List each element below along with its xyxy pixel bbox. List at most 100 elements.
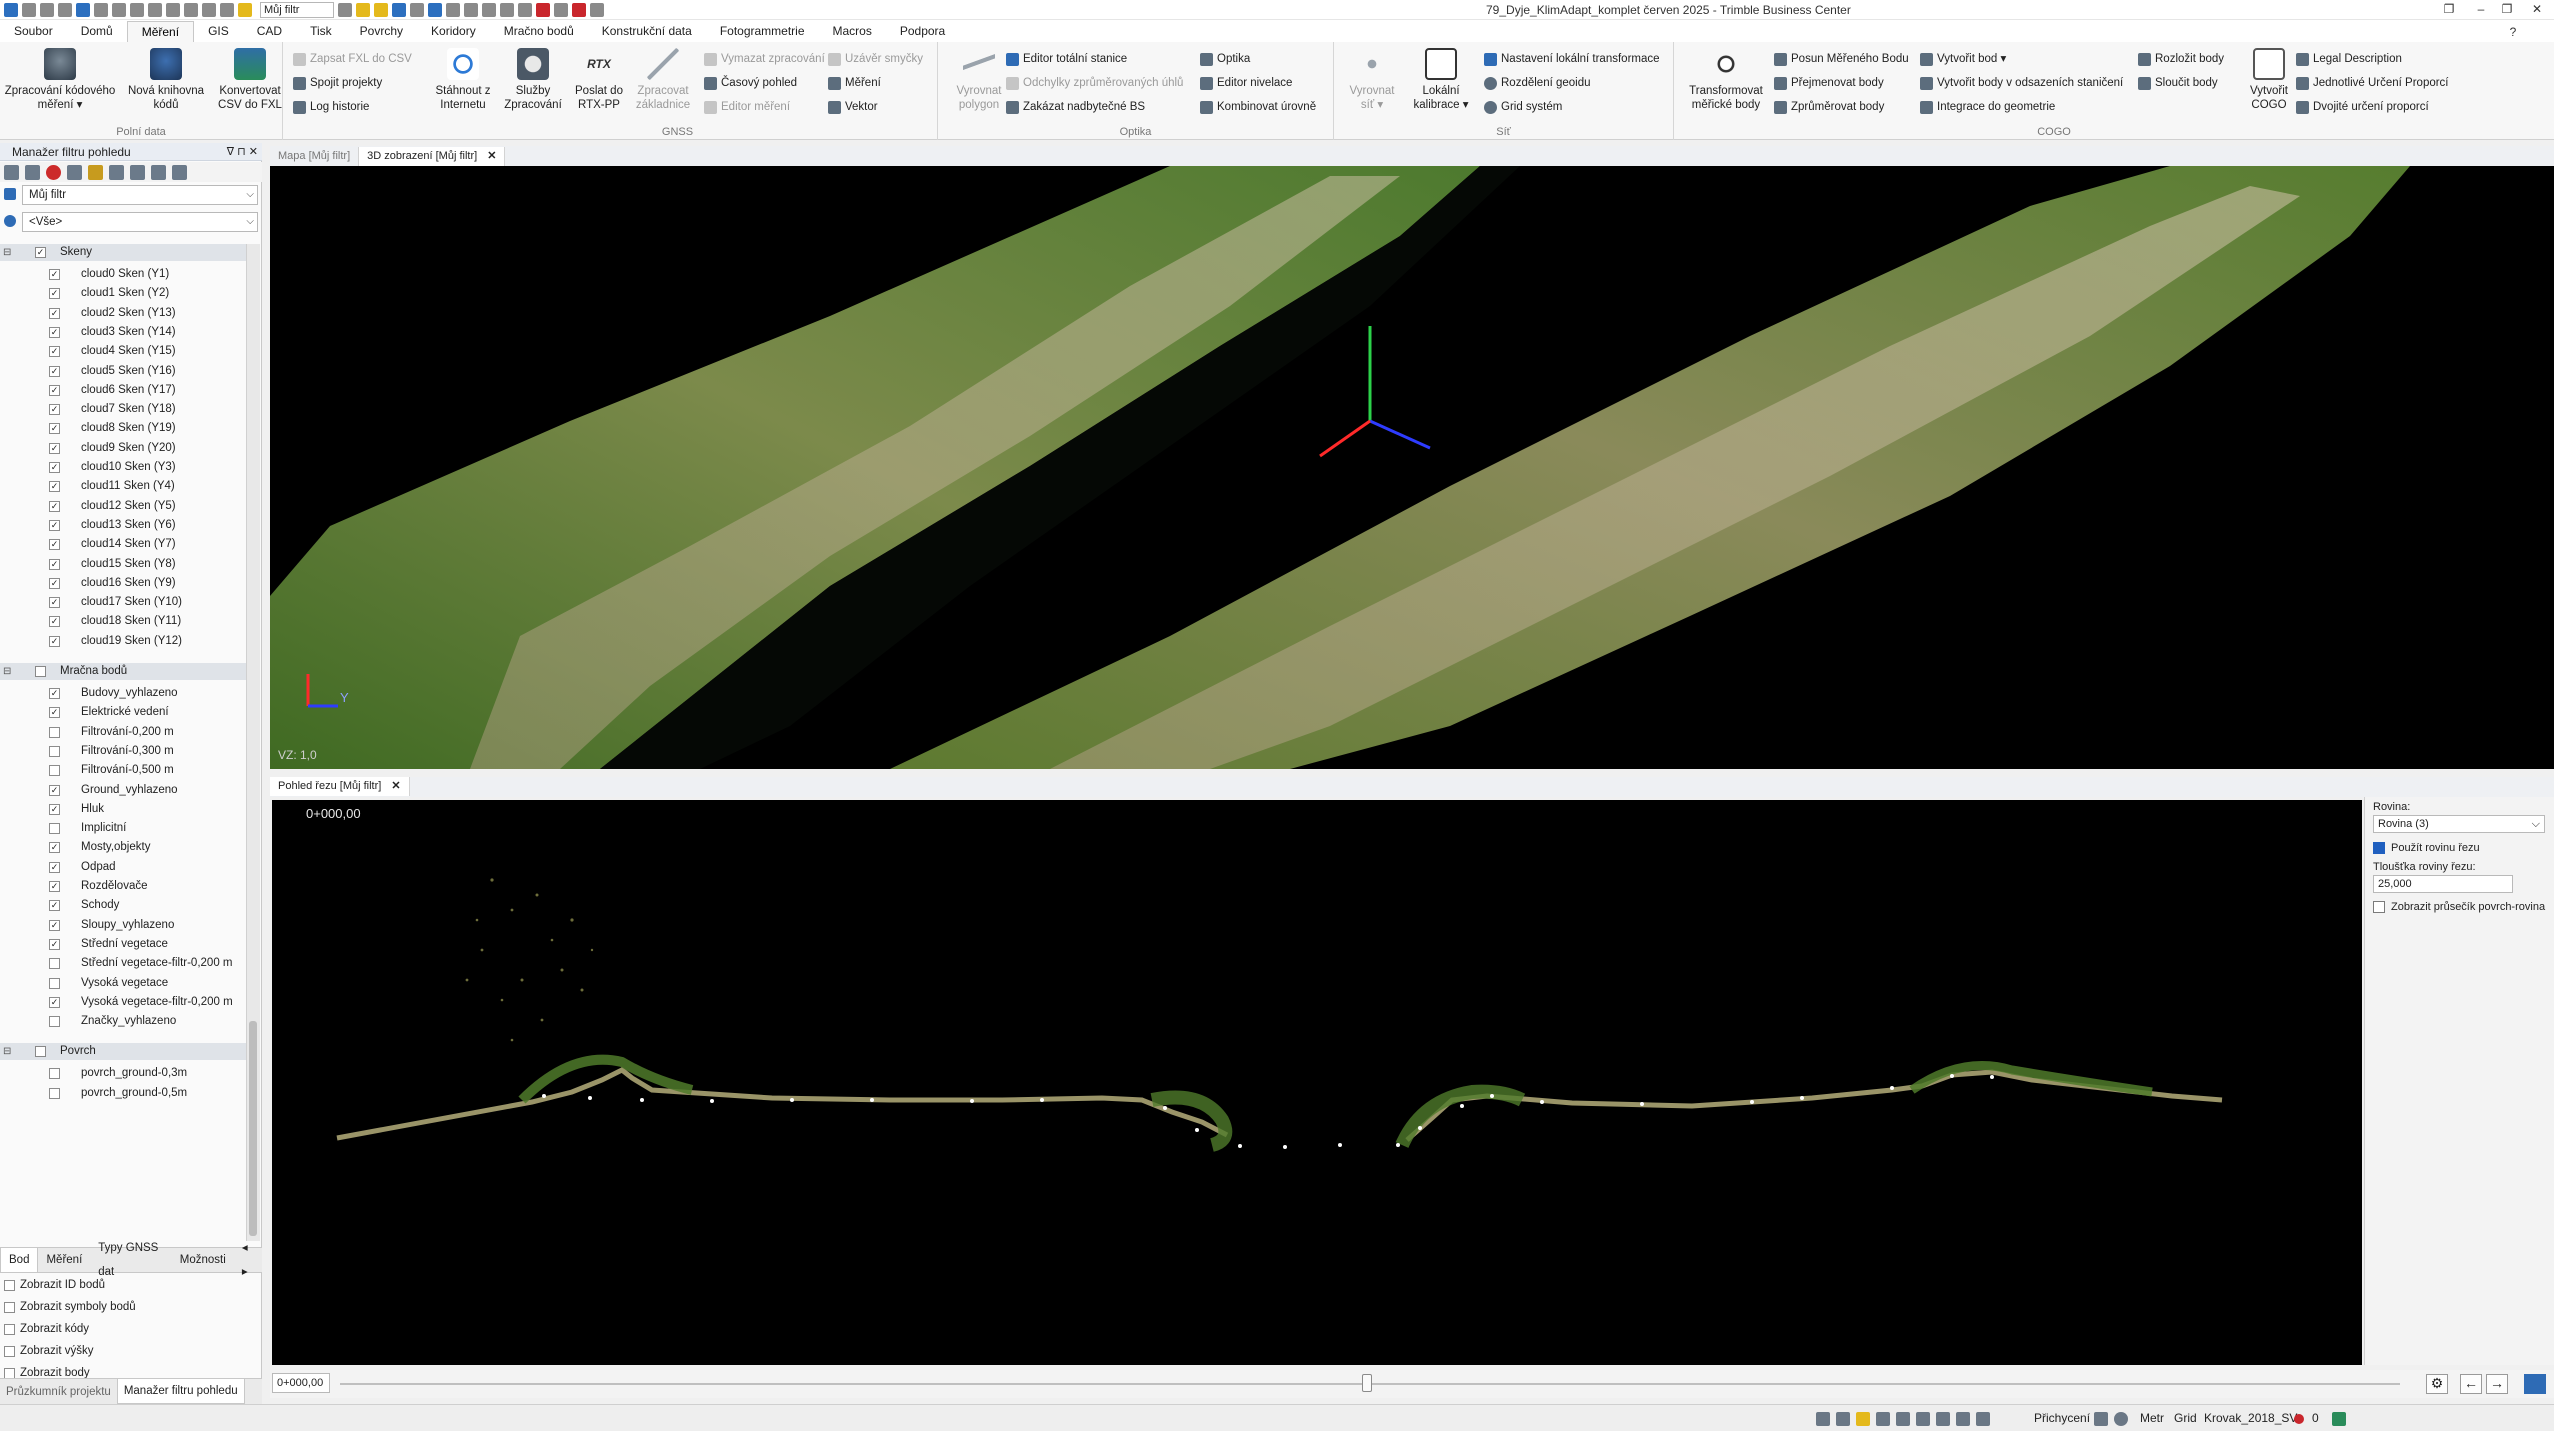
menu-tab-4[interactable]: CAD [243, 21, 296, 42]
menu-tab-0[interactable]: Soubor [0, 21, 67, 42]
plane-select[interactable]: Rovina (3) ⌵ [2373, 815, 2545, 833]
create-points-at-offsets-button[interactable]: Vytvořit body v odsazeních staničení [1920, 74, 2123, 92]
menu-tab-10[interactable]: Fotogrammetrie [706, 21, 819, 42]
local-calibration-button[interactable]: Lokální kalibrace ▾ [1408, 48, 1474, 112]
tree-item[interactable]: Značky_vyhlazeno [0, 1012, 248, 1031]
measurement-button[interactable]: Měření [828, 74, 881, 92]
display-option-checkbox[interactable]: Zobrazit symboly bodů [4, 1297, 136, 1317]
error-status-icon[interactable] [2294, 1414, 2304, 1424]
explode-points-button[interactable]: Rozložit body [2138, 50, 2224, 68]
sync-icon[interactable] [2332, 1412, 2346, 1426]
ribbon-options-icon[interactable]: ❐ [2440, 2, 2458, 16]
layer-checkbox[interactable]: ✓ [49, 442, 60, 454]
layer-checkbox[interactable]: ✓ [49, 784, 60, 796]
leveling-editor-button[interactable]: Editor nivelace [1200, 74, 1292, 92]
optics-button[interactable]: Optika [1200, 50, 1250, 68]
average-points-button[interactable]: Zprůměrovat body [1774, 98, 1884, 116]
tree-item[interactable]: ✓ cloud19 Sken (Y12) [0, 632, 248, 651]
scope-select[interactable]: <Vše> ⌵ [22, 212, 258, 232]
layer-checkbox[interactable]: ✓ [49, 842, 60, 854]
settings-gear-icon[interactable]: ⚙ [2426, 1374, 2448, 1394]
group-checkbox[interactable]: ✓ [35, 247, 46, 258]
document-tab-1[interactable]: 3D zobrazení [Můj filtr] ✕ [359, 147, 506, 166]
legal-description-button[interactable]: Legal Description [2296, 50, 2402, 68]
vector-button[interactable]: Vektor [828, 98, 878, 116]
units-icon[interactable] [2094, 1412, 2108, 1426]
send-to-rtx-button[interactable]: RTX Poslat do RTX-PP [568, 48, 630, 112]
tree-item[interactable]: ✓ cloud5 Sken (Y16) [0, 362, 248, 381]
tree-item[interactable]: ✓ Schody [0, 896, 248, 915]
layer-checkbox[interactable]: ✓ [49, 861, 60, 873]
layer-checkbox[interactable]: ✓ [49, 423, 60, 435]
tree-item[interactable]: Filtrování-0,500 m [0, 761, 248, 780]
menu-tab-9[interactable]: Konstrukční data [588, 21, 706, 42]
filter-select[interactable]: Můj filtr ⌵ [22, 185, 258, 205]
tree-item[interactable]: Implicitní [0, 819, 248, 838]
snap-mode-icon[interactable] [1816, 1412, 1830, 1426]
tab-cut-view[interactable]: Pohled řezu [Můj filtr] ✕ [270, 777, 410, 796]
open-project-icon[interactable] [76, 2, 90, 17]
convert-csv-button[interactable]: Konvertovat CSV do FXL [212, 48, 288, 112]
previous-station-button[interactable]: ← [2460, 1374, 2482, 1394]
menu-tab-2[interactable]: Měření [126, 21, 195, 42]
menu-tab-6[interactable]: Povrchy [346, 21, 417, 42]
tree-item[interactable]: ✓ cloud12 Sken (Y5) [0, 497, 248, 516]
layer-checkbox[interactable]: ✓ [49, 326, 60, 338]
panel-switch-tab-1[interactable]: Manažer filtru pohledu [116, 1379, 245, 1404]
grid-label[interactable]: Grid [2174, 1411, 2197, 1425]
menu-tab-1[interactable]: Domů [67, 21, 127, 42]
tree-item[interactable]: ✓ Střední vegetace [0, 935, 248, 954]
tree-item[interactable]: ✓ Odpad [0, 858, 248, 877]
menu-tab-7[interactable]: Koridory [417, 21, 490, 42]
new-filter-icon[interactable] [4, 164, 19, 180]
new-project-icon[interactable] [58, 2, 72, 17]
layer-checkbox[interactable]: ✓ [49, 688, 60, 699]
tree-item[interactable]: povrch_ground-0,3m [0, 1064, 248, 1083]
tree-item[interactable]: ✓ Hluk [0, 800, 248, 819]
layer-checkbox[interactable]: ✓ [49, 500, 60, 512]
close-icon[interactable]: ✕ [487, 150, 496, 162]
stack3-icon[interactable] [151, 164, 166, 180]
layer-checkbox[interactable] [49, 958, 60, 970]
clear-processing-button[interactable]: Vymazat zpracování [704, 50, 825, 68]
layer-checkbox[interactable] [49, 977, 60, 989]
merge-points-button[interactable]: Sloučit body [2138, 74, 2218, 92]
object-snap-icon[interactable] [1956, 1412, 1970, 1426]
save-icon[interactable] [94, 2, 108, 17]
tree-item[interactable]: Střední vegetace-filtr-0,200 m [0, 954, 248, 973]
tree-item[interactable]: ✓ Sloupy_vyhlazeno [0, 916, 248, 935]
layer-checkbox[interactable]: ✓ [49, 938, 60, 950]
tree-group[interactable]: ⊟ Mračna bodů [0, 663, 248, 680]
menu-tab-11[interactable]: Macros [819, 21, 886, 42]
measure-icon[interactable] [446, 2, 460, 17]
snap-endpoint-icon[interactable] [1856, 1412, 1870, 1426]
history-log-button[interactable]: Log historie [293, 98, 369, 116]
layer-icon[interactable] [88, 164, 103, 180]
single-proportion-button[interactable]: Jednotlivé Určení Proporcí [2296, 74, 2449, 92]
station-slider-thumb[interactable] [1362, 1374, 1372, 1392]
units-label[interactable]: Metr [2140, 1411, 2164, 1425]
layer-checkbox[interactable] [49, 1068, 60, 1080]
menu-tab-5[interactable]: Tisk [296, 21, 346, 42]
tool-icon[interactable] [464, 2, 478, 17]
display-option-checkbox[interactable]: Zobrazit kódy [4, 1319, 89, 1339]
averaged-angles-deviation-button[interactable]: Odchylky zprůměrovaných úhlů [1006, 74, 1183, 92]
tree-item[interactable]: ✓ cloud13 Sken (Y6) [0, 516, 248, 535]
station-input[interactable]: 0+000,00 [272, 1373, 330, 1393]
highlight-icon[interactable] [374, 2, 388, 17]
disable-redundant-bs-button[interactable]: Zakázat nadbytečné BS [1006, 98, 1145, 116]
tree-item[interactable]: ✓ cloud9 Sken (Y20) [0, 439, 248, 458]
filter-icon[interactable] [356, 2, 370, 17]
layer-checkbox[interactable]: ✓ [49, 707, 60, 719]
measurement-editor-button[interactable]: Editor měření [704, 98, 790, 116]
layer-checkbox[interactable]: ✓ [49, 519, 60, 531]
help-button[interactable]: ? [2504, 25, 2522, 39]
panel-switch-tab-0[interactable]: Průzkumník projektu [0, 1380, 117, 1404]
tree-group[interactable]: ⊟ Povrch [0, 1043, 248, 1061]
tree-item[interactable]: Vysoká vegetace [0, 974, 248, 993]
adjust-traverse-button[interactable]: Vyrovnat polygon [946, 48, 1012, 112]
adjust-network-button[interactable]: Vyrovnat síť ▾ [1342, 48, 1402, 112]
grid-system-button[interactable]: Grid systém [1484, 98, 1562, 116]
processing-services-button[interactable]: Služby Zpracování [500, 48, 566, 112]
display-option-checkbox[interactable]: Zobrazit ID bodů [4, 1275, 105, 1295]
